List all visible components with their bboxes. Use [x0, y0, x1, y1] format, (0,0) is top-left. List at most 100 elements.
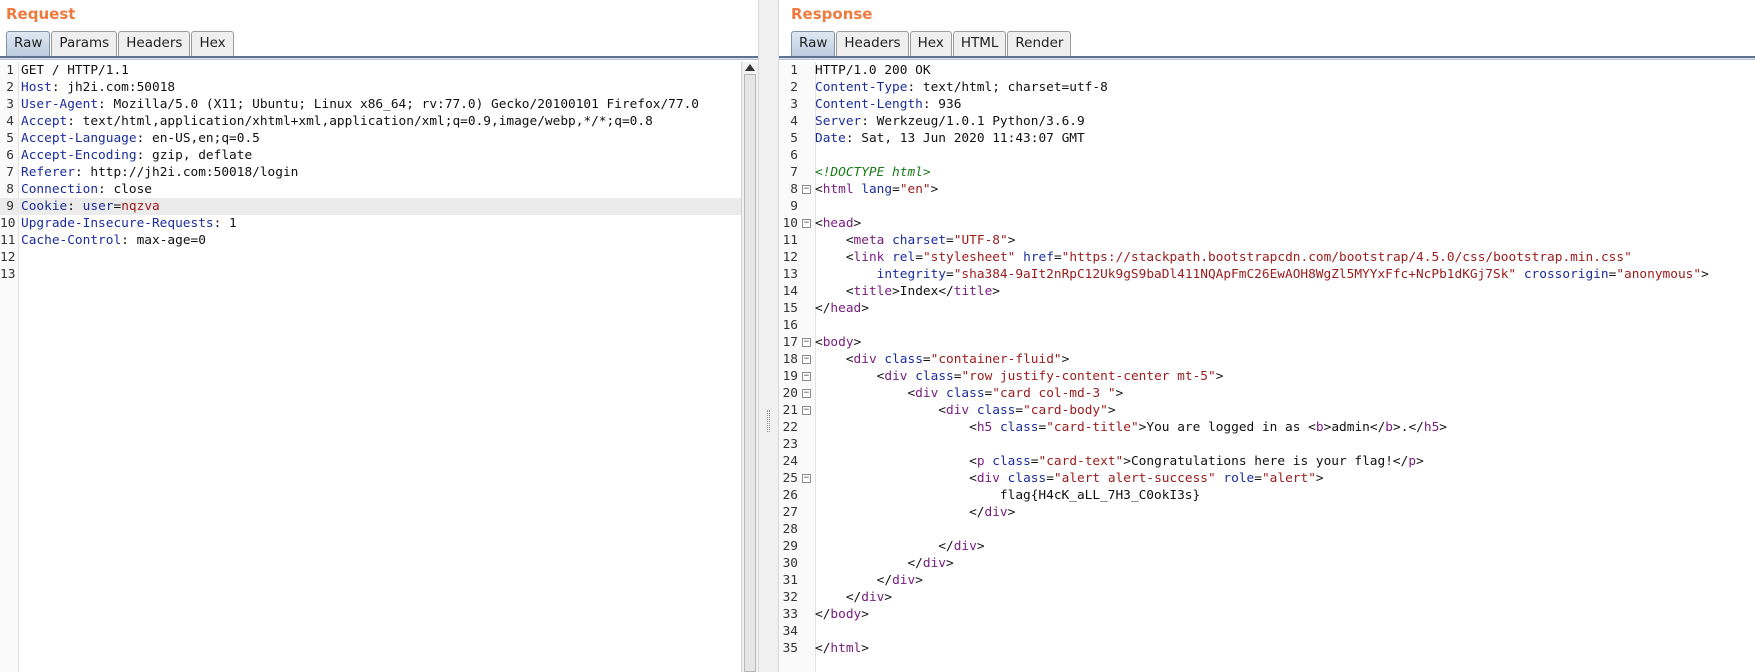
response-line: 26 flag{H4cK_aLL_7H3_C0okI3s}	[779, 487, 1755, 504]
line-number: 16	[782, 318, 798, 333]
response-line: 34	[779, 623, 1755, 640]
request-line: 3 User-Agent: Mozilla/5.0 (X11; Ubuntu; L…	[0, 96, 741, 113]
request-scrollbar[interactable]	[741, 62, 758, 672]
line-text: </div>	[845, 590, 893, 605]
request-line: 11 Cache-Control: max-age=0	[0, 232, 741, 249]
line-number: 21	[782, 403, 798, 418]
split-pane-divider[interactable]	[758, 0, 779, 672]
line-number: 24	[782, 454, 798, 469]
response-line: 5 Date: Sat, 13 Jun 2020 11:43:07 GMT	[779, 130, 1755, 147]
line-text: Accept-Encoding: gzip, deflate	[21, 148, 253, 163]
line-number: 31	[782, 573, 798, 588]
scroll-up-arrow-icon[interactable]	[745, 64, 755, 71]
response-line: 1 HTTP/1.0 200 OK	[779, 62, 1755, 79]
response-line: 25− <div class="alert alert-success" rol…	[779, 470, 1755, 487]
response-line: 11 <meta charset="UTF-8">	[779, 232, 1755, 249]
line-number: 5	[6, 131, 14, 146]
line-number: 5	[790, 131, 798, 146]
response-tab-hex[interactable]: Hex	[909, 31, 952, 56]
response-line: 15 </head>	[779, 300, 1755, 317]
line-number: 34	[782, 624, 798, 639]
line-text: <div class="row justify-content-center m…	[876, 369, 1224, 384]
line-text: Cache-Control: max-age=0	[21, 233, 206, 248]
response-line: 29 </div>	[779, 538, 1755, 555]
line-text: <div class="card col-md-3 ">	[907, 386, 1124, 401]
fold-toggle-icon[interactable]: −	[802, 219, 811, 228]
line-text: </div>	[969, 505, 1016, 520]
line-number: 10	[782, 216, 798, 231]
line-number: 6	[790, 148, 798, 163]
response-line: 24 <p class="card-text">Congratulations …	[779, 453, 1755, 470]
response-line: 35 </html>	[779, 640, 1755, 657]
fold-toggle-icon[interactable]: −	[802, 406, 811, 415]
line-text: Accept-Language: en-US,en;q=0.5	[21, 131, 260, 146]
line-text: Content-Type: text/html; charset=utf-8	[815, 80, 1108, 95]
request-line: 6 Accept-Encoding: gzip, deflate	[0, 147, 741, 164]
response-title: Response	[791, 5, 873, 23]
response-tab-raw[interactable]: Raw	[791, 31, 836, 56]
request-code[interactable]: 1 GET / HTTP/1.1 2 Host: jh2i.com:50018 3 Use…	[0, 62, 741, 283]
line-text: <div class="card-body">	[938, 403, 1116, 418]
line-text: <html lang="en">	[815, 182, 939, 197]
fold-toggle-icon[interactable]: −	[802, 338, 811, 347]
line-text: <p class="card-text">Congratulations her…	[969, 454, 1424, 469]
line-text: User-Agent: Mozilla/5.0 (X11; Ubuntu; Li…	[21, 97, 700, 112]
response-line: 6	[779, 147, 1755, 164]
line-number: 10	[0, 216, 16, 231]
line-number: 33	[782, 607, 798, 622]
line-number: 13	[782, 267, 798, 282]
line-number: 2	[790, 80, 798, 95]
response-code[interactable]: 1 HTTP/1.0 200 OK 2 Content-Type: text/html…	[779, 62, 1755, 657]
request-editor[interactable]: 1 GET / HTTP/1.1 2 Host: jh2i.com:50018 3 Use…	[0, 62, 741, 672]
request-pane: Request Raw Params Headers Hex 1 GET / HTTP/…	[0, 0, 758, 672]
drag-grip-icon[interactable]	[767, 410, 770, 432]
response-line: 9	[779, 198, 1755, 215]
fold-toggle-icon[interactable]: −	[802, 474, 811, 483]
request-tab-raw[interactable]: Raw	[6, 31, 51, 56]
response-line: 30 </div>	[779, 555, 1755, 572]
line-number: 14	[782, 284, 798, 299]
response-line: 18− <div class="container-fluid">	[779, 351, 1755, 368]
line-number: 9	[6, 199, 14, 214]
request-tab-headers[interactable]: Headers	[118, 31, 191, 56]
line-text: <head>	[815, 216, 862, 231]
request-line: 13	[0, 266, 741, 283]
line-number: 12	[782, 250, 798, 265]
line-number: 4	[6, 114, 14, 129]
response-pane: Response Raw Headers Hex HTML Render 1 HTTP/1…	[779, 0, 1755, 672]
line-number: 35	[782, 641, 798, 656]
response-editor[interactable]: 1 HTTP/1.0 200 OK 2 Content-Type: text/html…	[779, 62, 1755, 672]
line-text: <div class="container-fluid">	[845, 352, 1070, 367]
line-text: Accept: text/html,application/xhtml+xml,…	[21, 114, 653, 129]
line-number: 30	[782, 556, 798, 571]
response-tab-headers[interactable]: Headers	[836, 31, 909, 56]
request-tab-params[interactable]: Params	[51, 31, 118, 56]
fold-toggle-icon[interactable]: −	[802, 355, 811, 364]
request-line: 7 Referer: http://jh2i.com:50018/login	[0, 164, 741, 181]
request-tab-hex[interactable]: Hex	[191, 31, 234, 56]
fold-toggle-icon[interactable]: −	[802, 389, 811, 398]
line-number: 7	[6, 165, 14, 180]
line-number: 12	[0, 250, 16, 265]
response-line: 4 Server: Werkzeug/1.0.1 Python/3.6.9	[779, 113, 1755, 130]
line-text: </div>	[938, 539, 985, 554]
fold-toggle-icon[interactable]: −	[802, 185, 811, 194]
response-tab-html[interactable]: HTML	[952, 31, 1007, 56]
line-text: Referer: http://jh2i.com:50018/login	[21, 165, 299, 180]
request-scrollbar-thumb[interactable]	[744, 74, 756, 672]
line-number: 17	[782, 335, 798, 350]
line-number: 18	[782, 352, 798, 367]
fold-toggle-icon[interactable]: −	[802, 372, 811, 381]
line-number: 28	[782, 522, 798, 537]
request-tabs: Raw Params Headers Hex	[6, 31, 235, 56]
line-text: <link rel="stylesheet" href="https://sta…	[845, 250, 1632, 265]
line-number: 19	[782, 369, 798, 384]
response-line: 2 Content-Type: text/html; charset=utf-8	[779, 79, 1755, 96]
line-number: 1	[6, 63, 14, 78]
line-number: 3	[6, 97, 14, 112]
line-text: <div class="alert alert-success" role="a…	[969, 471, 1324, 486]
line-text: Content-Length: 936	[815, 97, 962, 112]
line-number: 8	[790, 182, 798, 197]
response-tab-render[interactable]: Render	[1007, 31, 1072, 56]
request-line: 8 Connection: close	[0, 181, 741, 198]
